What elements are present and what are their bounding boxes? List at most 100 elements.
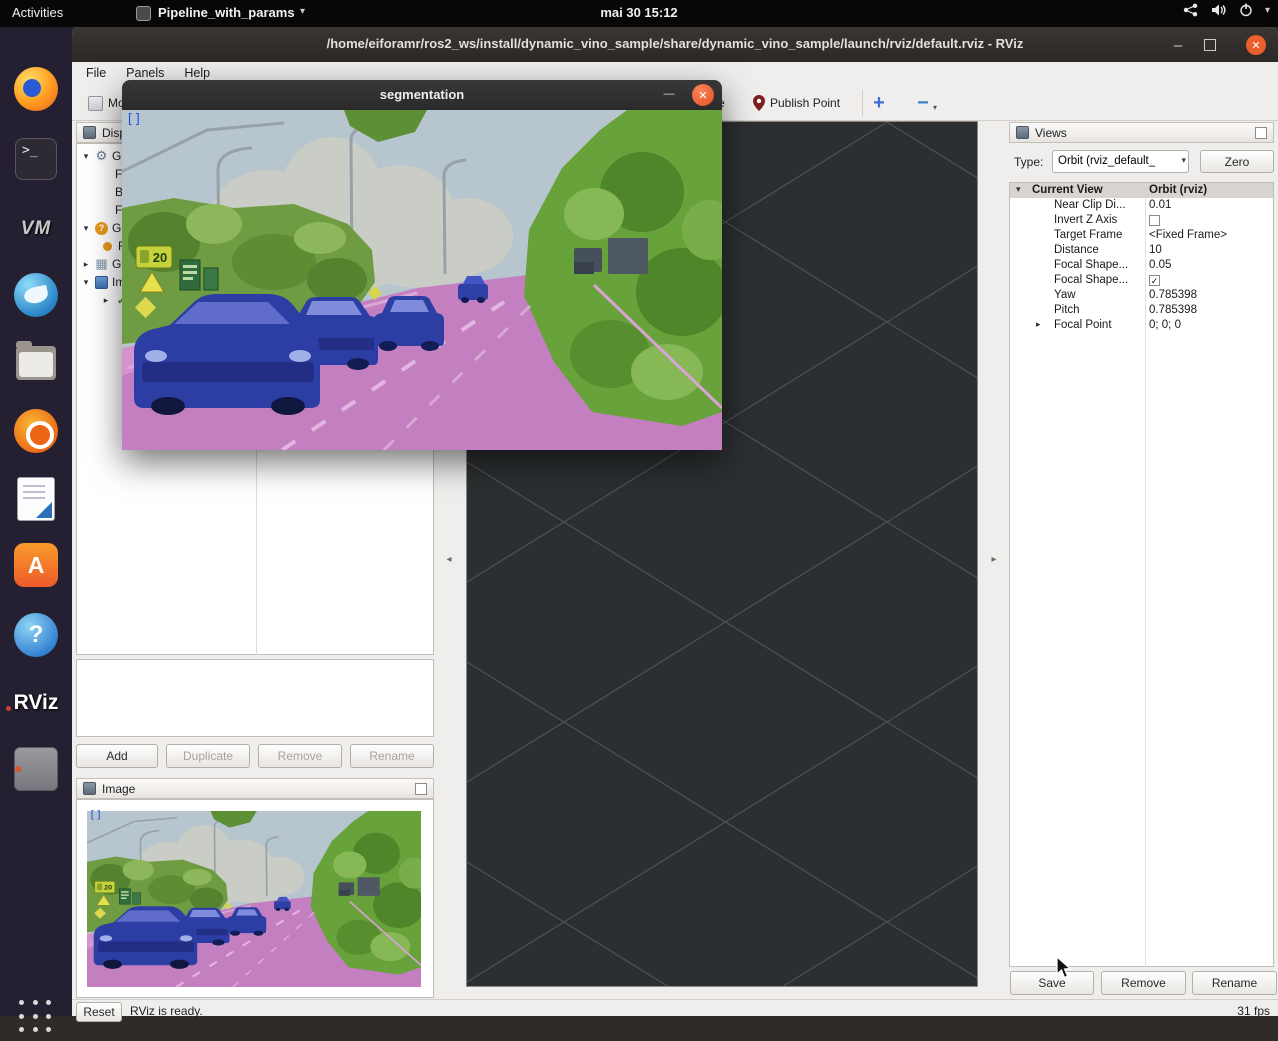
dock-help[interactable]: ? [12, 611, 60, 659]
views-row-distance[interactable]: Distance10 [1010, 243, 1273, 258]
focal-shape-checkbox[interactable] [1149, 275, 1160, 286]
rename-display-button[interactable]: Rename [350, 744, 434, 768]
views-row-focal-point[interactable]: Focal Point 0; 0; 0 [1010, 318, 1273, 333]
views-row-current-view[interactable]: Current View Orbit (rviz) [1010, 183, 1273, 198]
save-view-button[interactable]: Save [1010, 971, 1094, 995]
power-icon[interactable] [1239, 3, 1253, 17]
minimize-button[interactable] [1168, 35, 1188, 55]
property-name: Focal Shape... [1054, 274, 1128, 286]
views-row-focal-shape-size[interactable]: Focal Shape...0.05 [1010, 258, 1273, 273]
views-panel-header[interactable]: Views [1009, 122, 1274, 143]
collapse-arrow-icon[interactable] [81, 223, 91, 234]
dock-active-window[interactable] [12, 745, 60, 793]
views-tree-area: Current View Orbit (rviz) Near Clip Di..… [1009, 182, 1274, 967]
rename-view-button[interactable]: Rename [1192, 971, 1277, 995]
views-row-focal-shape-fixed[interactable]: Focal Shape... [1010, 273, 1273, 288]
dock-files[interactable] [12, 339, 60, 387]
image-display-icon [95, 276, 108, 289]
zero-button[interactable]: Zero [1200, 150, 1274, 173]
software-icon: A [14, 543, 58, 587]
views-row-invert-z[interactable]: Invert Z Axis [1010, 213, 1273, 228]
dock-show-applications[interactable] [12, 993, 60, 1041]
mouse-cursor [1056, 956, 1074, 980]
question-icon [95, 222, 108, 235]
dock-terminal[interactable]: >_ [12, 135, 60, 183]
property-name: Pitch [1054, 304, 1080, 316]
property-value: 0; 0; 0 [1149, 319, 1181, 331]
segmentation-titlebar[interactable]: segmentation [122, 80, 722, 110]
collapse-arrow-icon[interactable] [101, 295, 111, 306]
collapse-arrow-icon[interactable] [81, 151, 91, 162]
display-description-box [76, 659, 434, 737]
views-row-pitch[interactable]: Pitch0.785398 [1010, 303, 1273, 318]
invert-z-checkbox[interactable] [1149, 215, 1160, 226]
reset-button[interactable]: Reset [76, 1002, 122, 1022]
chevron-down-icon: ▾ [1181, 155, 1186, 166]
menu-help[interactable]: Help [174, 66, 220, 80]
maximize-button[interactable] [1200, 35, 1220, 55]
property-name: Focal Point [1054, 319, 1112, 331]
chevron-down-icon[interactable]: ▾ [933, 103, 937, 112]
close-button[interactable] [1246, 35, 1266, 55]
overlay-bracket-text: [] [126, 112, 142, 127]
collapse-arrow-icon[interactable] [81, 259, 91, 270]
dock-rhythmbox[interactable] [12, 407, 60, 455]
share-icon[interactable] [1183, 3, 1199, 17]
minimize-button[interactable] [658, 84, 680, 106]
remove-view-button[interactable]: Remove [1101, 971, 1186, 995]
collapse-arrow-icon[interactable] [1036, 319, 1041, 330]
libreoffice-icon [17, 477, 55, 521]
type-label: Type: [1014, 155, 1043, 169]
image-panel-header[interactable]: Image [76, 778, 434, 799]
collapse-arrow-icon[interactable] [1016, 184, 1021, 195]
views-row-yaw[interactable]: Yaw0.785398 [1010, 288, 1273, 303]
add-tool-button[interactable]: + [868, 92, 890, 114]
remove-tool-button[interactable]: − [912, 92, 934, 114]
panel-checkbox[interactable] [415, 783, 427, 795]
combobox-value: Orbit (rviz_default_ [1058, 155, 1168, 167]
collapse-left-panel-arrow[interactable] [443, 548, 455, 570]
map-pin-icon [753, 95, 765, 111]
window-title: segmentation [122, 87, 722, 102]
volume-icon[interactable] [1211, 3, 1227, 17]
menu-panels[interactable]: Panels [116, 66, 174, 80]
add-display-button[interactable]: Add [76, 744, 158, 768]
ubuntu-dock: >_ VM A ? RViz [0, 27, 72, 1016]
status-bar: Reset RViz is ready. 31 fps [72, 999, 1278, 1016]
rviz-titlebar[interactable]: /home/eiforamr/ros2_ws/install/dynamic_v… [72, 27, 1278, 62]
view-type-combobox[interactable]: Orbit (rviz_default_ ▾ [1052, 150, 1189, 173]
menu-file[interactable]: File [76, 66, 116, 80]
property-value: 0.01 [1149, 199, 1171, 211]
overlay-bracket-text: [] [89, 808, 102, 821]
rviz-icon: RViz [14, 691, 59, 715]
duplicate-display-button[interactable]: Duplicate [166, 744, 250, 768]
move-camera-icon [88, 96, 103, 111]
dock-thunderbird[interactable] [12, 271, 60, 319]
views-row-target-frame[interactable]: Target Frame<Fixed Frame> [1010, 228, 1273, 243]
segmentation-scene [122, 110, 722, 450]
dock-rviz[interactable]: RViz [12, 679, 60, 727]
dock-libreoffice[interactable] [12, 475, 60, 523]
terminal-icon: >_ [15, 138, 57, 180]
panel-checkbox[interactable] [1255, 127, 1267, 139]
image-panel-body: [] [76, 799, 434, 998]
rhythmbox-icon [14, 409, 58, 453]
property-name: Distance [1054, 244, 1099, 256]
close-button[interactable] [692, 84, 714, 106]
displays-panel-icon [83, 126, 96, 139]
chevron-down-icon[interactable]: ▾ [1265, 5, 1270, 16]
clock[interactable]: mai 30 15:12 [0, 5, 1278, 20]
remove-display-button[interactable]: Remove [258, 744, 342, 768]
views-row-near-clip[interactable]: Near Clip Di...0.01 [1010, 198, 1273, 213]
collapse-right-panel-arrow[interactable] [988, 548, 1000, 570]
tool-publish-point[interactable]: Publish Point [745, 90, 857, 116]
dock-software[interactable]: A [12, 541, 60, 589]
property-value: 0.05 [1149, 259, 1171, 271]
collapse-arrow-icon[interactable] [81, 277, 91, 288]
property-name: Current View [1032, 184, 1103, 196]
running-indicator [15, 766, 21, 772]
dock-vmware[interactable]: VM [12, 205, 60, 253]
firefox-icon [14, 67, 58, 111]
dock-firefox[interactable] [12, 65, 60, 113]
segmentation-window[interactable]: segmentation [] [122, 80, 722, 450]
